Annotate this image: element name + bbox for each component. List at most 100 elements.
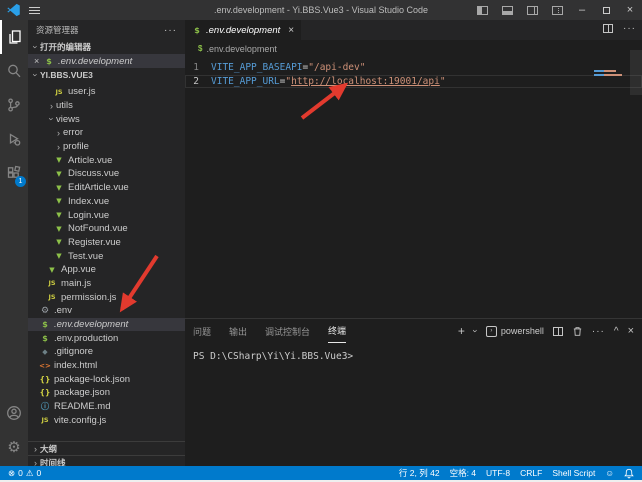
panel-tab-item[interactable]: 输出: [229, 319, 247, 343]
tree-item-profile[interactable]: ›profile: [28, 140, 185, 154]
tree-item-views[interactable]: ›views: [28, 112, 185, 126]
tree-item-error[interactable]: ›error: [28, 126, 185, 140]
info-file-icon: ⓘ: [40, 401, 50, 412]
tree-item--env-development[interactable]: $.env.development: [28, 318, 185, 332]
tree-item-readme-md[interactable]: ⓘREADME.md: [28, 400, 185, 414]
chevron-down-icon: ›: [31, 71, 41, 80]
breadcrumb[interactable]: $ .env.development: [185, 40, 642, 57]
env-file-icon: $: [40, 320, 50, 329]
sidebar-item-run-debug[interactable]: [0, 122, 28, 156]
notifications-bell-icon[interactable]: [624, 468, 634, 479]
tree-item-test-vue[interactable]: ▼Test.vue: [28, 249, 185, 263]
env-file-icon: $: [44, 57, 54, 66]
explorer-more-actions-icon[interactable]: ···: [164, 25, 177, 36]
sidebar-item-source-control[interactable]: [0, 88, 28, 122]
minimap[interactable]: [594, 70, 628, 76]
encoding-status[interactable]: UTF-8: [486, 468, 510, 478]
tree-item-utils[interactable]: ›utils: [28, 99, 185, 113]
chevron-right-icon: ›: [54, 142, 63, 152]
timeline-section-header[interactable]: › 时间线: [28, 455, 185, 466]
tree-item-label: .env: [54, 305, 72, 316]
menu-icon[interactable]: [29, 7, 40, 14]
tab-close-icon[interactable]: ×: [288, 25, 294, 36]
close-button[interactable]: ×: [618, 0, 642, 20]
tree-item-label: Index.vue: [68, 196, 109, 207]
new-terminal-icon[interactable]: +: [458, 324, 465, 338]
tree-item-article-vue[interactable]: ▼Article.vue: [28, 153, 185, 167]
panel-tab-item[interactable]: 问题: [193, 319, 211, 343]
cursor-position-status[interactable]: 行 2, 列 42: [399, 467, 440, 479]
close-panel-icon[interactable]: ×: [628, 325, 634, 337]
terminal-instance[interactable]: › powershell: [486, 326, 544, 337]
terminal-output[interactable]: PS D:\CSharp\Yi\Yi.BBS.Vue3>: [185, 343, 642, 362]
tree-item-label: package.json: [54, 387, 110, 398]
tree-item-package-json[interactable]: {}package.json: [28, 386, 185, 400]
tree-item-login-vue[interactable]: ▼Login.vue: [28, 208, 185, 222]
open-editor-item[interactable]: × $ .env.development: [28, 54, 185, 68]
url-link[interactable]: http://localhost:19001/api: [291, 76, 440, 87]
chevron-right-icon: ›: [54, 128, 63, 138]
eol-status[interactable]: CRLF: [520, 468, 542, 478]
tree-item-label: .env.production: [54, 333, 118, 344]
tree-item-label: index.html: [54, 360, 97, 371]
warning-icon: ⚠: [26, 468, 34, 479]
run-debug-icon: [6, 131, 22, 147]
tree-item-editarticle-vue[interactable]: ▼EditArticle.vue: [28, 181, 185, 195]
tree-item--env-production[interactable]: $.env.production: [28, 331, 185, 345]
source-control-icon: [6, 97, 22, 113]
indentation-status[interactable]: 空格: 4: [450, 467, 476, 479]
outline-section-header[interactable]: › 大纲: [28, 441, 185, 455]
editor-group: $ .env.development × ··· $ .env.developm…: [185, 20, 642, 318]
tree-item-label: package-lock.json: [54, 374, 130, 385]
tree-item-vite-config-js[interactable]: JSvite.config.js: [28, 414, 185, 428]
project-root-header[interactable]: › YI.BBS.VUE3: [28, 68, 185, 82]
close-icon[interactable]: ×: [34, 56, 44, 66]
maximize-button[interactable]: [594, 0, 618, 20]
tree-item-label: main.js: [61, 278, 91, 289]
tree-item-user-js[interactable]: JSuser.js: [28, 85, 185, 99]
panel-more-actions-icon[interactable]: ···: [592, 326, 605, 337]
account-button[interactable]: [0, 396, 28, 430]
sidebar-item-search[interactable]: [0, 54, 28, 88]
editor-scrollbar[interactable]: [630, 50, 642, 95]
toggle-panel-icon[interactable]: [502, 6, 513, 15]
customize-layout-icon[interactable]: [552, 6, 563, 15]
minimize-button[interactable]: –: [570, 0, 594, 20]
split-terminal-icon[interactable]: [553, 327, 563, 336]
tree-item--gitignore[interactable]: ◆.gitignore: [28, 345, 185, 359]
vscode-logo-icon: [7, 3, 21, 17]
open-editors-header[interactable]: › 打开的编辑器: [28, 40, 185, 54]
sidebar-item-extensions[interactable]: 1: [0, 156, 28, 190]
tree-item-label: utils: [56, 100, 73, 111]
code-area[interactable]: 1 VITE_APP_BASEAPI="/api-dev" 2 VITE_APP…: [185, 57, 642, 88]
toggle-secondary-sidebar-icon[interactable]: [527, 6, 538, 15]
split-editor-icon[interactable]: [603, 24, 613, 33]
panel: 问题输出调试控制台终端 + › › powershell ··· ^ × PS …: [185, 318, 642, 466]
terminal-dropdown-icon[interactable]: ›: [470, 330, 480, 333]
tab-env-development[interactable]: $ .env.development ×: [185, 20, 301, 40]
html-file-icon: <>: [40, 362, 50, 370]
maximize-panel-icon[interactable]: ^: [614, 326, 619, 337]
terminal-icon: ›: [486, 326, 497, 337]
tree-item-index-vue[interactable]: ▼Index.vue: [28, 195, 185, 209]
panel-tab-item[interactable]: 调试控制台: [265, 319, 310, 343]
tree-item-app-vue[interactable]: ▼App.vue: [28, 263, 185, 277]
code-line-2-current: 2 VITE_APP_URL="http://localhost:19001/a…: [185, 75, 642, 89]
tree-item-main-js[interactable]: JSmain.js: [28, 277, 185, 291]
kill-terminal-icon[interactable]: [572, 326, 583, 337]
tree-item-discuss-vue[interactable]: ▼Discuss.vue: [28, 167, 185, 181]
toggle-sidebar-icon[interactable]: [477, 6, 488, 15]
language-mode-status[interactable]: Shell Script: [552, 468, 595, 478]
sidebar-item-explorer[interactable]: [0, 20, 28, 54]
settings-button[interactable]: ⚙: [0, 430, 28, 464]
tree-item-notfound-vue[interactable]: ▼NotFound.vue: [28, 222, 185, 236]
tree-item-permission-js[interactable]: JSpermission.js: [28, 290, 185, 304]
panel-tab-terminal-active[interactable]: 终端: [328, 319, 346, 343]
tree-item--env[interactable]: ⚙.env: [28, 304, 185, 318]
tree-item-index-html[interactable]: <> index.html: [28, 359, 185, 373]
tree-item-register-vue[interactable]: ▼Register.vue: [28, 236, 185, 250]
tree-item-package-lock-json[interactable]: {}package-lock.json: [28, 372, 185, 386]
problems-status[interactable]: ⊗0 ⚠0: [8, 468, 41, 479]
editor-more-actions-icon[interactable]: ···: [623, 23, 636, 34]
feedback-icon[interactable]: ☺: [605, 468, 614, 478]
